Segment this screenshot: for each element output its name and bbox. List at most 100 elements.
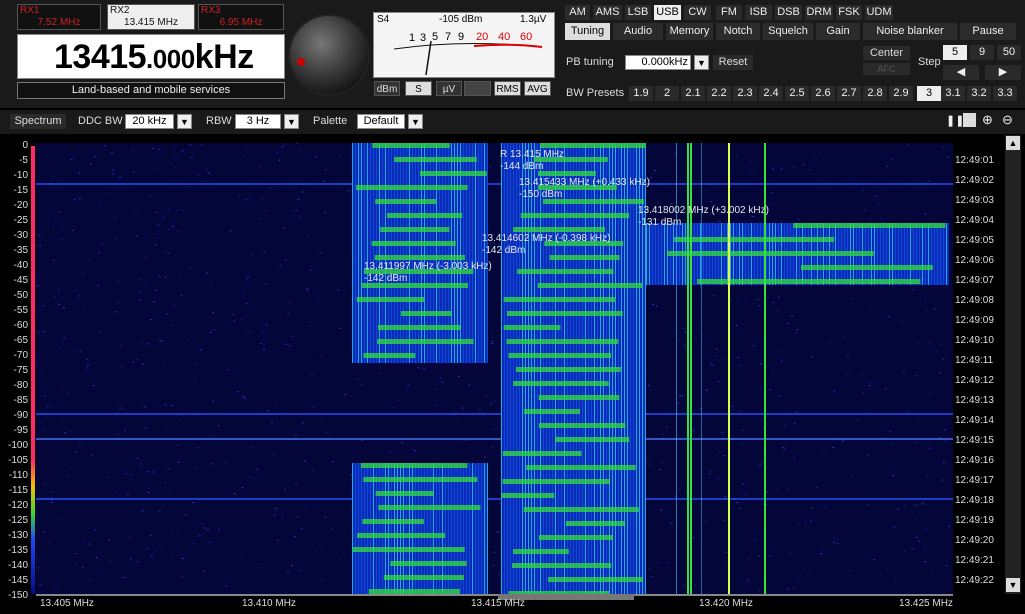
noise-speck	[816, 487, 818, 488]
mode-fsk-button[interactable]: FSK	[836, 5, 862, 20]
bw-preset-button[interactable]: 3.1	[941, 86, 965, 101]
mode-drm-button[interactable]: DRM	[805, 5, 833, 20]
y-axis-label: -135	[7, 545, 28, 556]
noise-speck	[665, 411, 668, 413]
mode-usb-button[interactable]: USB	[654, 5, 681, 20]
noise-speck	[62, 385, 65, 387]
scroll-up-icon[interactable]: ▲	[1006, 136, 1020, 150]
step-5-button[interactable]: 5	[943, 45, 967, 60]
pb-tuning-input[interactable]: 0.000kHz	[625, 55, 691, 70]
tab-notch[interactable]: Notch	[716, 23, 760, 40]
bw-preset-button[interactable]: 2.7	[837, 86, 861, 101]
rx2-tab[interactable]: RX2 13.415 MHz	[107, 4, 195, 30]
waterfall-display[interactable]	[36, 143, 953, 594]
mode-fm-button[interactable]: FM	[716, 5, 742, 20]
step-down-button[interactable]: ◀	[943, 65, 979, 80]
tab-tuning[interactable]: Tuning	[565, 23, 610, 40]
bw-preset-button[interactable]: 3	[917, 86, 941, 101]
tab-pause[interactable]: Pause	[960, 23, 1016, 40]
ddc-bw-select[interactable]: 20 kHz	[125, 114, 174, 129]
bw-preset-button[interactable]: 2.6	[811, 86, 835, 101]
noise-speck	[99, 204, 101, 206]
tab-memory[interactable]: Memory	[666, 23, 713, 40]
bw-preset-button[interactable]: 2.3	[733, 86, 757, 101]
mode-cw-button[interactable]: CW	[684, 5, 711, 20]
noise-speck	[78, 295, 81, 297]
meter-s-button[interactable]: S	[405, 81, 432, 96]
bw-preset-button[interactable]: 2.2	[707, 86, 731, 101]
spectrum-button[interactable]: Spectrum	[10, 114, 66, 129]
signal-a-lower-stripe	[442, 463, 443, 594]
mode-ams-button[interactable]: AMS	[593, 5, 622, 20]
noise-speck	[171, 225, 174, 227]
noise-speck	[194, 363, 196, 365]
rx3-tab[interactable]: RX3 6.95 MHz	[198, 4, 284, 30]
zoom-out-icon[interactable]: ⊖	[1002, 112, 1013, 128]
noise-speck	[218, 528, 221, 530]
meter-avg-button[interactable]: AVG	[524, 81, 551, 96]
palette-select[interactable]: Default	[357, 114, 405, 129]
bw-preset-button[interactable]: 2.9	[889, 86, 913, 101]
noise-speck	[948, 525, 951, 527]
bw-preset-button[interactable]: 2.5	[785, 86, 809, 101]
bw-preset-button[interactable]: 3.3	[993, 86, 1017, 101]
mode-dsb-button[interactable]: DSB	[775, 5, 802, 20]
noise-speck	[167, 468, 170, 470]
signal-a-burst	[377, 325, 461, 330]
step-50-button[interactable]: 50	[997, 45, 1021, 60]
center-button[interactable]: Center	[863, 46, 910, 60]
meter-uv-button[interactable]: µV	[436, 81, 462, 96]
bw-preset-button[interactable]: 2.4	[759, 86, 783, 101]
noise-speck	[892, 475, 895, 476]
time-scrollbar[interactable]: ▲ ▼	[1005, 135, 1021, 594]
rbw-select[interactable]: 3 Hz	[235, 114, 281, 129]
mode-udm-button[interactable]: UDM	[865, 5, 893, 20]
noise-speck	[356, 378, 359, 380]
noise-speck	[149, 319, 152, 320]
mode-lsb-button[interactable]: LSB	[625, 5, 651, 20]
signal-a-stripe	[358, 143, 359, 363]
afc-button[interactable]: AFC	[863, 63, 910, 75]
bw-preset-button[interactable]: 2	[655, 86, 679, 101]
noise-speck	[319, 356, 322, 357]
meter-blank-button[interactable]	[464, 81, 491, 96]
tab-noise-blanker[interactable]: Noise blanker	[863, 23, 957, 40]
bw-preset-button[interactable]: 1.9	[629, 86, 653, 101]
noise-speck	[890, 158, 893, 160]
noise-speck	[141, 363, 144, 365]
scroll-down-icon[interactable]: ▼	[1006, 578, 1020, 592]
noise-speck	[342, 553, 345, 555]
mode-isb-button[interactable]: ISB	[745, 5, 772, 20]
save-icon[interactable]	[963, 113, 976, 127]
signal-a-stripe	[370, 143, 371, 363]
tuning-knob[interactable]	[290, 16, 368, 94]
meter-dbm-button[interactable]: dBm	[374, 81, 400, 96]
tab-audio[interactable]: Audio	[613, 23, 663, 40]
pb-reset-button[interactable]: Reset	[713, 55, 753, 70]
signal-a-burst	[387, 213, 463, 218]
signal-a-lower-stripe	[406, 463, 407, 594]
noise-speck	[88, 258, 91, 260]
bw-preset-button[interactable]: 2.8	[863, 86, 887, 101]
ddc-bw-dropdown-icon[interactable]: ▼	[177, 114, 192, 129]
step-9-button[interactable]: 9	[970, 45, 994, 60]
bw-preset-button[interactable]: 2.1	[681, 86, 705, 101]
signal-a-lower-stripe	[448, 463, 449, 594]
noise-speck	[682, 327, 685, 329]
zoom-in-icon[interactable]: ⊕	[982, 112, 993, 128]
frequency-display[interactable]: 13415.000kHz	[17, 34, 285, 79]
mode-am-button[interactable]: AM	[565, 5, 590, 20]
noise-speck	[796, 329, 799, 331]
bw-preset-button[interactable]: 3.2	[967, 86, 991, 101]
tab-gain[interactable]: Gain	[816, 23, 860, 40]
rbw-dropdown-icon[interactable]: ▼	[284, 114, 299, 129]
signal-a-burst	[372, 143, 450, 148]
step-up-button[interactable]: ▶	[985, 65, 1021, 80]
pause-icon[interactable]: ❚❚	[946, 114, 964, 127]
meter-rms-button[interactable]: RMS	[494, 81, 521, 96]
tab-squelch[interactable]: Squelch	[763, 23, 813, 40]
noise-speck	[189, 267, 192, 269]
pb-tuning-dropdown-icon[interactable]: ▼	[694, 55, 709, 70]
palette-dropdown-icon[interactable]: ▼	[408, 114, 423, 129]
rx1-tab[interactable]: RX1 7.52 MHz	[17, 4, 101, 30]
